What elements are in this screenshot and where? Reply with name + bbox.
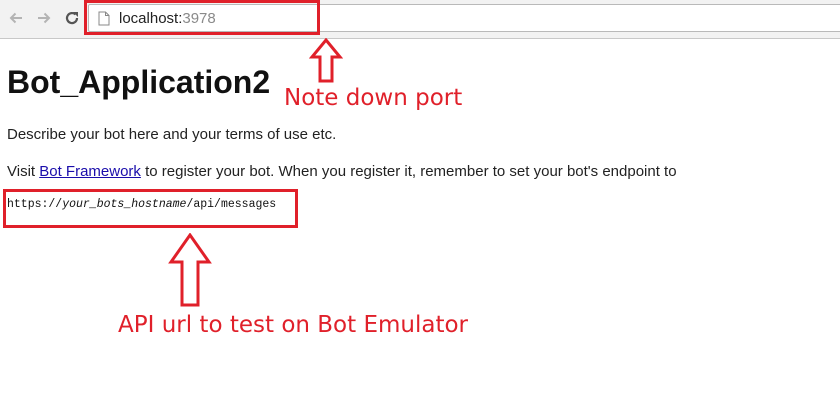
up-arrow-api xyxy=(168,233,212,307)
reload-icon xyxy=(65,11,79,25)
register-suffix: to register your bot. When you register … xyxy=(140,163,677,180)
arrow-right-icon xyxy=(38,12,51,24)
arrow-left-icon xyxy=(9,12,22,24)
forward-button[interactable] xyxy=(35,9,53,27)
description-text: Describe your bot here and your terms of… xyxy=(7,126,337,143)
page-title: Bot_Application2 xyxy=(7,64,271,100)
register-prefix: Visit xyxy=(7,163,40,180)
reload-button[interactable] xyxy=(63,9,81,27)
back-button[interactable] xyxy=(7,9,25,27)
note-port-annotation: Note down port xyxy=(284,85,463,111)
bot-framework-link[interactable]: Bot Framework xyxy=(39,163,141,180)
api-highlight-box xyxy=(3,189,298,228)
api-url-annotation: API url to test on Bot Emulator xyxy=(118,312,468,338)
url-highlight-box xyxy=(84,0,320,35)
up-arrow-port xyxy=(309,38,343,83)
register-text: Visit Bot Framework to register your bot… xyxy=(7,162,677,182)
